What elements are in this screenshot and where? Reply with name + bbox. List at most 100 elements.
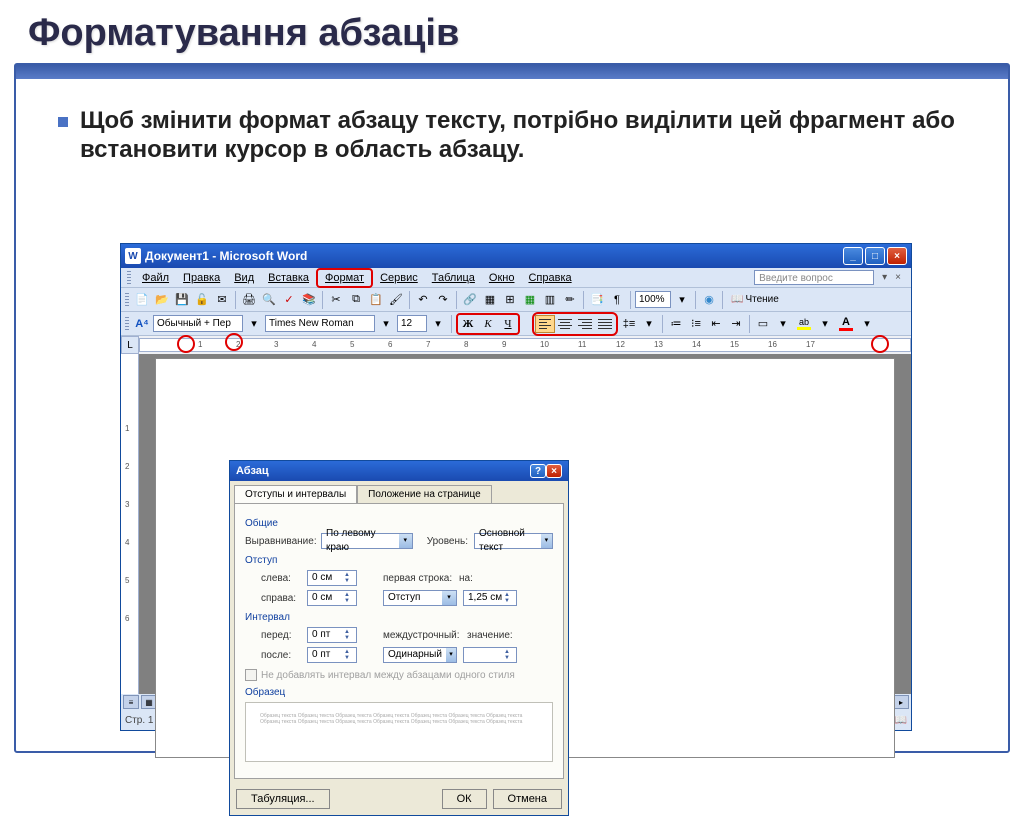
increase-indent-icon[interactable]: ⇥	[727, 315, 745, 333]
excel-icon[interactable]: ▦	[521, 291, 539, 309]
slide-body-frame: Щоб змінити формат абзацу тексту, потріб…	[14, 63, 1010, 753]
tables-borders-icon[interactable]: ▦	[481, 291, 499, 309]
align-right-button[interactable]	[575, 315, 595, 333]
font-select[interactable]: Times New Roman	[265, 315, 375, 332]
copy-icon[interactable]: ⧉	[347, 291, 365, 309]
line-spacing-dropdown-icon[interactable]: ▾	[640, 315, 658, 333]
preview-icon[interactable]: 🔍	[260, 291, 278, 309]
styles-pane-icon[interactable]: A⁴	[133, 315, 151, 333]
fontsize-dropdown-icon[interactable]: ▾	[429, 315, 447, 333]
linespacing-select[interactable]: Одинарный▾	[383, 647, 457, 663]
permission-icon[interactable]: 🔓	[193, 291, 211, 309]
drawing-icon[interactable]: ✏	[561, 291, 579, 309]
left-indent-label: слева:	[261, 573, 301, 584]
menu-table[interactable]: Таблица	[425, 270, 482, 286]
normal-view-icon[interactable]: ≡	[123, 695, 139, 709]
menu-edit[interactable]: Правка	[176, 270, 227, 286]
scroll-right-icon[interactable]: ▸	[893, 695, 909, 709]
undo-icon[interactable]: ↶	[414, 291, 432, 309]
save-icon[interactable]: 💾	[173, 291, 191, 309]
research-icon[interactable]: 📚	[300, 291, 318, 309]
paste-icon[interactable]: 📋	[367, 291, 385, 309]
columns-icon[interactable]: ▥	[541, 291, 559, 309]
align-left-button[interactable]	[535, 315, 555, 333]
spelling-icon[interactable]: ✓	[280, 291, 298, 309]
align-center-button[interactable]	[555, 315, 575, 333]
new-doc-icon[interactable]: 📄	[133, 291, 151, 309]
firstline-select[interactable]: Отступ▾	[383, 590, 457, 606]
italic-button[interactable]: К	[478, 315, 498, 333]
font-color-icon[interactable]: A	[836, 315, 856, 333]
highlight-dropdown-icon[interactable]: ▾	[816, 315, 834, 333]
menu-help[interactable]: Справка	[521, 270, 578, 286]
help-dropdown-icon[interactable]: ▾	[878, 272, 891, 283]
bullets-icon[interactable]: ⁝≡	[687, 315, 705, 333]
tab-indents[interactable]: Отступы и интервалы	[234, 485, 357, 503]
mail-icon[interactable]: ✉	[213, 291, 231, 309]
right-indent-input[interactable]: 0 см▲▼	[307, 590, 357, 606]
value-input[interactable]: ▲▼	[463, 647, 517, 663]
by-input[interactable]: 1,25 см▲▼	[463, 590, 517, 606]
menu-format[interactable]: Формат	[316, 268, 373, 288]
maximize-button[interactable]: □	[865, 247, 885, 265]
align-justify-button[interactable]	[595, 315, 615, 333]
highlight-icon[interactable]: ab	[794, 315, 814, 333]
level-select[interactable]: Основной текст▾	[474, 533, 553, 549]
style-select[interactable]: Обычный + Пер	[153, 315, 243, 332]
word-icon: W	[125, 248, 141, 264]
line-spacing-icon[interactable]: ‡≡	[620, 315, 638, 333]
format-painter-icon[interactable]: 🖌	[387, 291, 405, 309]
font-color-dropdown-icon[interactable]: ▾	[858, 315, 876, 333]
style-dropdown-icon[interactable]: ▾	[245, 315, 263, 333]
dialog-close-button[interactable]: ×	[546, 464, 562, 478]
bold-button[interactable]: Ж	[458, 315, 478, 333]
minimize-button[interactable]: _	[843, 247, 863, 265]
after-input[interactable]: 0 пт▲▼	[307, 647, 357, 663]
underline-button[interactable]: Ч	[498, 315, 518, 333]
same-style-checkbox[interactable]	[245, 669, 257, 681]
font-dropdown-icon[interactable]: ▾	[377, 315, 395, 333]
horizontal-ruler[interactable]: 1 2 3 4 5 6 7 8 9 10 11 12 13 14 15 16 1…	[139, 338, 911, 352]
tabs-button[interactable]: Табуляция...	[236, 789, 330, 809]
tab-selector[interactable]: L	[121, 336, 139, 354]
numbering-icon[interactable]: ≔	[667, 315, 685, 333]
ok-button[interactable]: ОК	[442, 789, 487, 809]
dialog-help-button[interactable]: ?	[530, 464, 546, 478]
print-icon[interactable]: 🖨	[240, 291, 258, 309]
fontsize-select[interactable]: 12	[397, 315, 427, 332]
help-icon[interactable]: ◉	[700, 291, 718, 309]
redo-icon[interactable]: ↷	[434, 291, 452, 309]
alignment-select[interactable]: По левому краю▾	[321, 533, 413, 549]
hyperlink-icon[interactable]: 🔗	[461, 291, 479, 309]
cancel-button[interactable]: Отмена	[493, 789, 562, 809]
menu-window[interactable]: Окно	[482, 270, 522, 286]
status-page: Стр. 1	[125, 715, 153, 726]
document-area: 1 2 3 4 5 6 Абзац ? × Отступы и интер	[121, 354, 911, 694]
spellcheck-icon[interactable]: 📖	[895, 715, 907, 726]
left-indent-input[interactable]: 0 см▲▼	[307, 570, 357, 586]
read-button[interactable]: 📖 Чтение	[727, 293, 783, 306]
dialog-body: Общие Выравнивание: По левому краю▾ Уров…	[234, 503, 564, 779]
tab-position[interactable]: Положение на странице	[357, 485, 491, 503]
borders-dropdown-icon[interactable]: ▾	[774, 315, 792, 333]
open-icon[interactable]: 📂	[153, 291, 171, 309]
zoom-dropdown-icon[interactable]: ▾	[673, 291, 691, 309]
borders-icon[interactable]: ▭	[754, 315, 772, 333]
menu-file[interactable]: Файл	[135, 270, 176, 286]
cut-icon[interactable]: ✂	[327, 291, 345, 309]
linespacing-label: междустрочный:	[383, 630, 461, 641]
show-hide-icon[interactable]: ¶	[608, 291, 626, 309]
help-input[interactable]: Введите вопрос	[754, 270, 874, 285]
decrease-indent-icon[interactable]: ⇤	[707, 315, 725, 333]
close-button[interactable]: ×	[887, 247, 907, 265]
before-input[interactable]: 0 пт▲▼	[307, 627, 357, 643]
menu-insert[interactable]: Вставка	[261, 270, 316, 286]
grip-icon	[125, 317, 129, 331]
zoom-input[interactable]: 100%	[635, 291, 671, 308]
vertical-ruler[interactable]: 1 2 3 4 5 6	[121, 354, 139, 694]
close-menubar-icon[interactable]: ×	[891, 272, 905, 283]
doc-map-icon[interactable]: 📑	[588, 291, 606, 309]
insert-table-icon[interactable]: ⊞	[501, 291, 519, 309]
menu-tools[interactable]: Сервис	[373, 270, 425, 286]
menu-view[interactable]: Вид	[227, 270, 261, 286]
